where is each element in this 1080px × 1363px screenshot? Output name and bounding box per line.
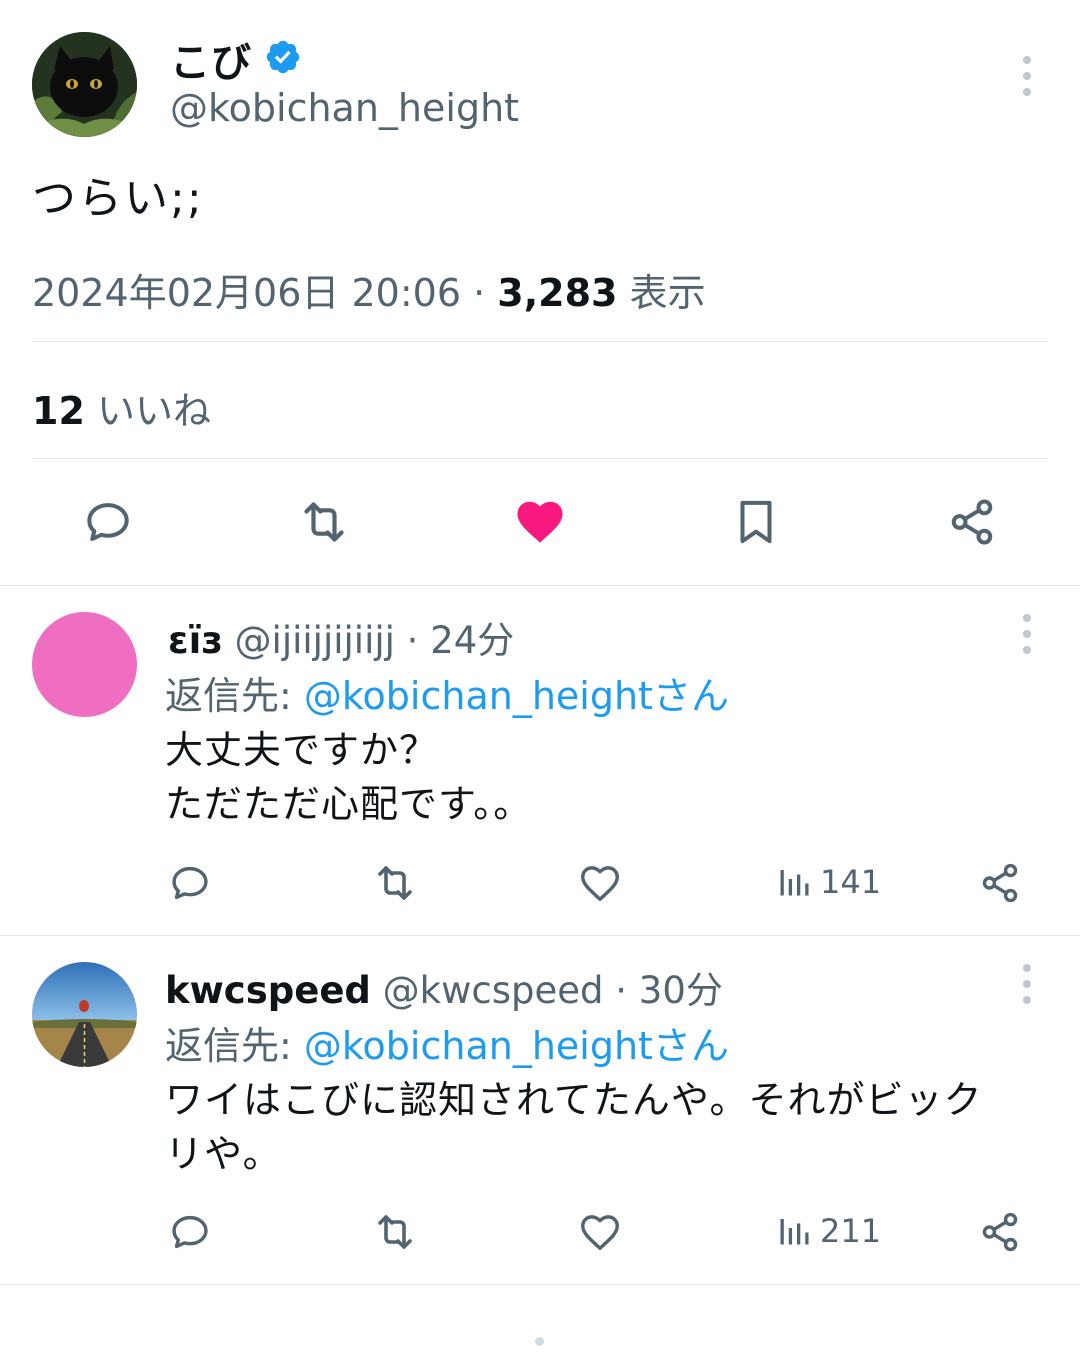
like-icon-active[interactable] <box>510 492 570 552</box>
divider <box>32 458 1048 459</box>
reply-author-name[interactable]: kwcspeed <box>165 969 371 1012</box>
reply-text-line: ただただ心配です。。 <box>165 782 533 826</box>
retweet-icon[interactable] <box>370 1207 420 1257</box>
like-icon[interactable] <box>575 1207 625 1257</box>
likes-summary[interactable]: 12 いいね <box>32 380 211 435</box>
reply-icon[interactable] <box>165 1207 215 1257</box>
reply-time[interactable]: 30分 <box>639 969 723 1012</box>
replying-to-label: 返信先: <box>165 1024 304 1068</box>
reply-time[interactable]: 24分 <box>430 619 514 662</box>
reply-author-avatar[interactable] <box>32 962 137 1067</box>
reply-author-handle[interactable]: @kwcspeed <box>383 969 604 1012</box>
reply-text: ワイはこびに認知されてたんや。それがビック リや。 <box>165 1073 1055 1181</box>
views-stat[interactable]: 211 <box>776 1211 881 1251</box>
reply-author-avatar[interactable] <box>32 612 137 717</box>
reply-text-line: リや。 <box>165 1132 282 1176</box>
replying-to: 返信先: @kobichan_heightさん <box>165 1015 729 1070</box>
more-options-icon[interactable] <box>1022 56 1032 96</box>
loading-indicator <box>535 1337 544 1346</box>
main-author-handle[interactable]: @kobichan_height <box>170 86 519 130</box>
like-icon[interactable] <box>575 858 625 908</box>
views-icon <box>780 870 809 896</box>
retweet-icon[interactable] <box>294 492 354 552</box>
main-author-name[interactable]: こび <box>170 30 252 88</box>
reply-header: kwcspeed @kwcspeed · 30分 <box>165 960 723 1014</box>
verified-badge-icon <box>264 38 302 76</box>
reply-author-handle[interactable]: @ijiijjijiijj <box>235 619 395 662</box>
divider <box>0 935 1080 936</box>
replying-to-link[interactable]: @kobichan_heightさん <box>304 1024 729 1068</box>
reply-text-line: 大丈夫ですか？ <box>165 728 439 772</box>
retweet-icon[interactable] <box>370 858 420 908</box>
share-icon[interactable] <box>975 1207 1025 1257</box>
tweet-meta: 2024年02月06日 20:06 · 3,283 表示 <box>32 262 706 317</box>
reply-text: 大丈夫ですか？ ただただ心配です。。 <box>165 723 532 831</box>
meta-separator: · <box>406 619 419 662</box>
views-count: 141 <box>820 863 882 901</box>
likes-count: 12 <box>32 389 85 433</box>
replying-to: 返信先: @kobichan_heightさん <box>165 665 729 720</box>
divider <box>0 1284 1080 1285</box>
divider <box>32 341 1048 342</box>
view-count: 3,283 <box>497 271 618 315</box>
more-options-icon[interactable] <box>1022 614 1032 654</box>
share-icon[interactable] <box>942 492 1002 552</box>
reply-author-name[interactable]: εïз <box>168 619 223 662</box>
replying-to-label: 返信先: <box>165 674 304 718</box>
views-icon <box>780 1219 809 1245</box>
more-options-icon[interactable] <box>1022 964 1032 1004</box>
views-count: 211 <box>820 1212 882 1250</box>
bookmark-icon[interactable] <box>726 492 786 552</box>
replying-to-link[interactable]: @kobichan_heightさん <box>304 674 729 718</box>
likes-label: いいね <box>96 389 211 433</box>
reply-icon[interactable] <box>78 492 138 552</box>
meta-separator: · <box>473 271 486 315</box>
reply-icon[interactable] <box>165 858 215 908</box>
views-stat[interactable]: 141 <box>776 862 881 902</box>
main-author-avatar[interactable] <box>32 32 137 137</box>
meta-separator: · <box>615 969 628 1012</box>
reply-text-line: ワイはこびに認知されてたんや。それがビック <box>165 1078 983 1122</box>
divider <box>0 585 1080 586</box>
tweet-text: つらい;; <box>32 173 204 224</box>
reply-header: εïз @ijiijjijiijj · 24分 <box>168 610 514 664</box>
tweet-timestamp[interactable]: 2024年02月06日 20:06 <box>32 271 461 315</box>
share-icon[interactable] <box>975 858 1025 908</box>
view-label: 表示 <box>629 271 706 315</box>
